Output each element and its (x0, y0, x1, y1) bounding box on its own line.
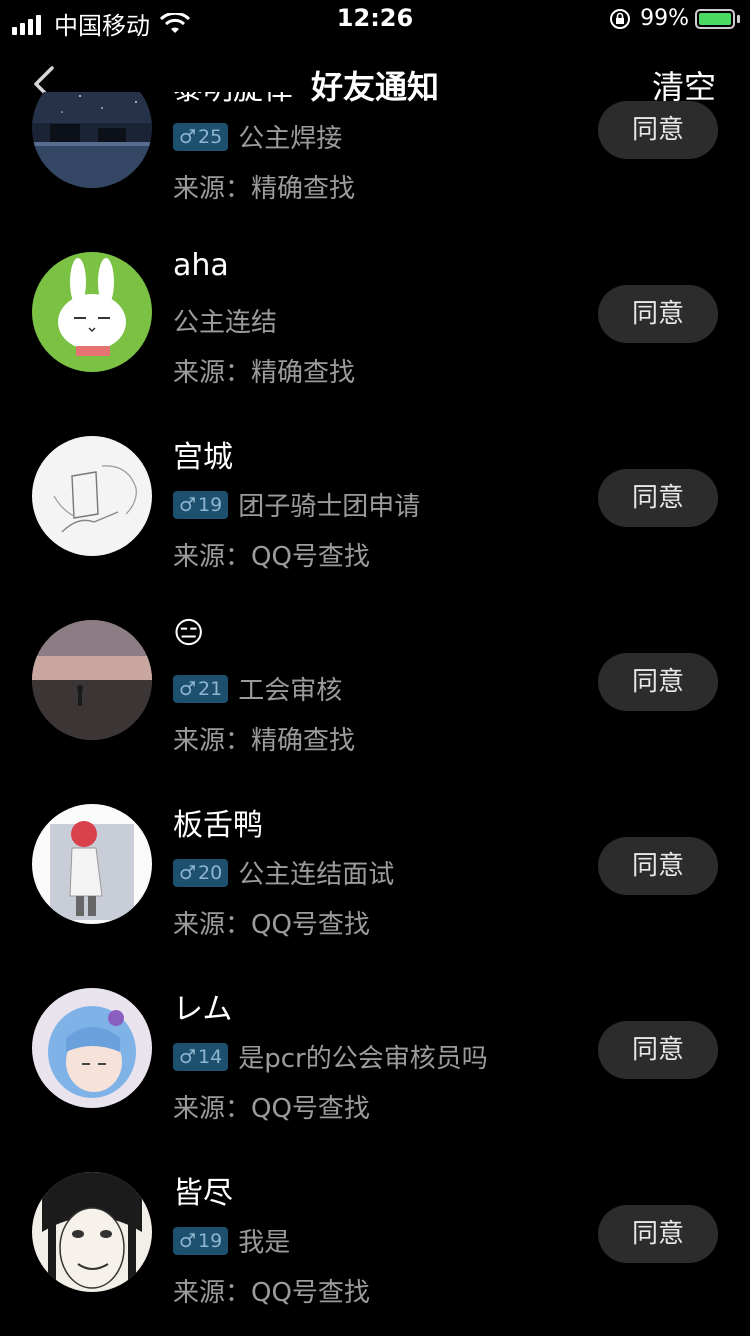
gender-age-badge: ♂ 14 (173, 1042, 229, 1071)
age: 19 (198, 1229, 223, 1252)
orientation-lock-icon (610, 8, 631, 29)
agree-button[interactable]: 同意 (598, 285, 718, 343)
battery-percent: 99% (640, 6, 689, 31)
male-icon: ♂ (179, 1045, 197, 1068)
request-message: 我是 (238, 1228, 291, 1258)
list-item: 皆尽 ♂ 19 我是 来源：QQ号查找 同意 (0, 1148, 750, 1332)
list-item: 宫城 ♂ 19 团子骑士团申请 来源：QQ号查找 同意 (0, 412, 750, 596)
gender-age-badge: ♂ 19 (173, 490, 229, 519)
list-item: レム ♂ 14 是pcr的公会审核员吗 来源：QQ号查找 同意 (0, 964, 750, 1148)
nickname: 黎明旋律 (173, 92, 293, 108)
age: 19 (198, 493, 223, 516)
message-row: ♂ 25 公主焊接 (173, 118, 342, 155)
request-source: 来源：精确查找 (173, 726, 356, 756)
gender-age-badge: ♂ 19 (173, 1226, 229, 1255)
request-message: 公主焊接 (238, 124, 343, 154)
male-icon: ♂ (179, 861, 197, 884)
status-right: 99% (608, 6, 740, 31)
age: 21 (198, 677, 223, 700)
message-row: ♂ 14 是pcr的公会审核员吗 (173, 1038, 488, 1075)
list-item: 板舌鸭 ♂ 20 公主连结面试 来源：QQ号查找 同意 (0, 780, 750, 964)
dusk-landscape-avatar[interactable] (32, 620, 152, 740)
list-item: 黎明旋律 ♂25 公主焊接 来源：精确查找 同意 (0, 92, 750, 228)
list-item: aha 公主连结 来源：精确查找 同意 (0, 228, 750, 412)
anime-girl-avatar[interactable] (32, 988, 152, 1108)
nickname: 皆尽 (173, 1176, 233, 1211)
nickname: 宫城 (173, 440, 233, 475)
age: 14 (198, 1045, 223, 1068)
message-row: ♂ 20 公主连结面试 (173, 854, 394, 891)
male-icon: ♂ (179, 493, 197, 516)
request-message: 工会审核 (238, 676, 343, 706)
list-item: 😑 ♂ 21 工会审核 来源：精确查找 同意 (0, 596, 750, 780)
nickname: 板舌鸭 (173, 808, 263, 843)
nickname: レム (173, 992, 233, 1027)
agree-button[interactable]: 同意 (598, 1205, 718, 1263)
request-message: 公主连结面试 (238, 860, 395, 890)
request-source: 来源：QQ号查找 (173, 542, 370, 572)
bunny-avatar[interactable] (32, 252, 152, 372)
male-icon: ♂ (179, 677, 197, 700)
sketch-avatar[interactable] (32, 436, 152, 556)
male-icon: ♂ (179, 125, 197, 148)
request-source: 来源：精确查找 (173, 358, 356, 388)
request-message: 团子骑士团申请 (238, 492, 421, 522)
request-message: 公主连结 (173, 308, 278, 338)
nickname: aha (173, 248, 229, 283)
message-row: 公主连结 (173, 302, 277, 339)
request-source: 来源：QQ号查找 (173, 1278, 370, 1308)
red-head-figure-avatar[interactable] (32, 804, 152, 924)
agree-button[interactable]: 同意 (598, 837, 718, 895)
agree-button[interactable]: 同意 (598, 653, 718, 711)
friend-request-list: 黎明旋律 ♂25 公主焊接 来源：精确查找 同意 aha 公主连结 来源：精确查 (0, 92, 750, 1336)
gender-age-badge: ♂ 20 (173, 858, 229, 887)
request-message: 是pcr的公会审核员吗 (238, 1044, 488, 1074)
agree-button[interactable]: 同意 (598, 469, 718, 527)
message-row: ♂ 19 团子骑士团申请 (173, 486, 420, 523)
age: 25 (198, 125, 223, 148)
status-bar: 中国移动 12:26 99% (0, 0, 750, 40)
gender-age-badge: ♂ 25 (173, 122, 229, 151)
male-icon: ♂ (179, 1229, 197, 1252)
message-row: ♂ 21 工会审核 (173, 670, 342, 707)
manga-face-avatar[interactable] (32, 1172, 152, 1292)
agree-button[interactable]: 同意 (598, 1021, 718, 1079)
gender-age-badge: ♂ 21 (173, 674, 229, 703)
battery-icon (695, 8, 735, 29)
battery-tip (737, 14, 740, 23)
request-source: 来源：精确查找 (173, 174, 356, 204)
message-row: ♂ 19 我是 (173, 1222, 290, 1259)
age: 20 (198, 861, 223, 884)
nickname: 😑 (173, 616, 205, 651)
request-source: 来源：QQ号查找 (173, 910, 370, 940)
agree-button[interactable]: 同意 (598, 101, 718, 159)
request-source: 来源：QQ号查找 (173, 1094, 370, 1124)
night-lake-avatar[interactable] (32, 92, 152, 188)
